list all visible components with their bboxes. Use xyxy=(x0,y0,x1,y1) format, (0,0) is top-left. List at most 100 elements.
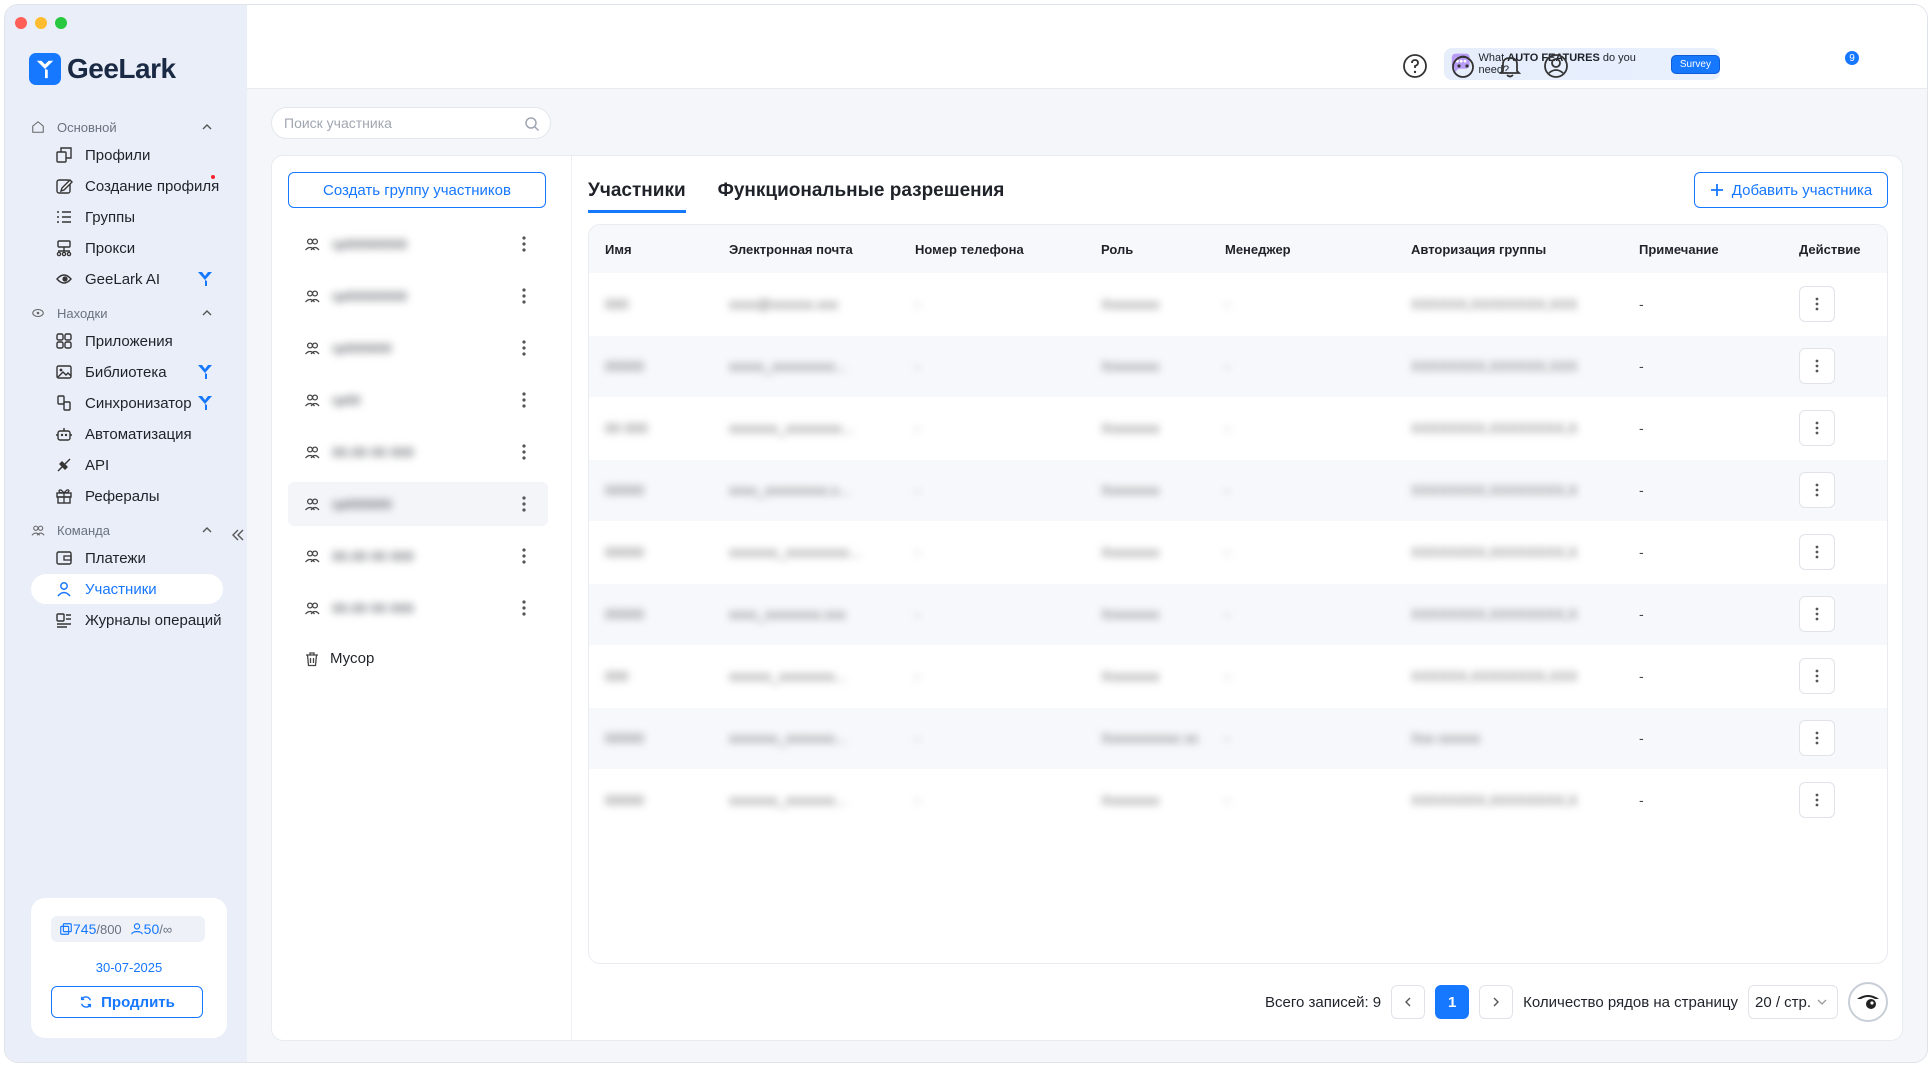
sidebar-item-0-4[interactable]: GeeLark AI xyxy=(31,264,223,294)
more-options-icon[interactable] xyxy=(522,443,526,461)
new-dot xyxy=(211,175,215,179)
group-name: гр00000000 xyxy=(332,236,408,252)
page-size-select[interactable]: 20 / стр. xyxy=(1748,985,1838,1019)
sidebar-item-0-1[interactable]: Создание профиля xyxy=(31,171,223,201)
column-header: Роль xyxy=(1085,225,1209,273)
row-actions-button[interactable] xyxy=(1799,285,1835,322)
chevron-up-icon[interactable] xyxy=(201,121,213,133)
table-row: 00000 xxxx_xxxxxxxxx.x... - Xxxxxxxx - XXXXXX… xyxy=(589,459,1887,522)
group-item[interactable]: гр00000000 xyxy=(288,274,548,318)
cell-value: Xxxxxxxx xyxy=(1101,606,1160,622)
more-options-icon[interactable] xyxy=(522,287,526,305)
nav-section-1[interactable]: Находки xyxy=(5,301,247,325)
group-item[interactable]: 00.00 00 000 xyxy=(288,586,548,630)
row-actions-button[interactable] xyxy=(1799,534,1835,570)
action-cell xyxy=(1783,335,1887,398)
page-button-current[interactable]: 1 xyxy=(1435,985,1470,1019)
sidebar-item-2-1[interactable]: Участники xyxy=(31,574,223,604)
sidebar-item-0-0[interactable]: Профили xyxy=(31,140,223,170)
group-item[interactable]: 00.00 00 000 xyxy=(288,430,548,474)
renew-button[interactable]: Продлить xyxy=(51,986,203,1018)
nav-section-0[interactable]: Основной xyxy=(5,115,247,139)
table-cell: - xyxy=(1209,769,1395,832)
table-cell: xxxx@xxxxxx.xxx xyxy=(713,273,899,336)
row-actions-button[interactable] xyxy=(1799,658,1835,694)
survey-button[interactable]: Survey xyxy=(1670,54,1720,74)
assistant-bot-icon[interactable] xyxy=(1450,53,1476,79)
group-item[interactable]: 00.00 00 000 xyxy=(288,534,548,578)
member-search[interactable] xyxy=(271,107,551,139)
sidebar-item-0-2[interactable]: Группы xyxy=(31,202,223,232)
search-icon[interactable] xyxy=(524,116,540,132)
tab-members[interactable]: Участники xyxy=(588,180,686,213)
cell-value: - xyxy=(1639,295,1644,312)
sidebar-item-1-4[interactable]: API xyxy=(31,450,223,480)
collapse-sidebar-icon[interactable] xyxy=(230,527,246,543)
table-cell: xxxxxxx_xxxxxxx... xyxy=(713,707,899,770)
tab-permissions[interactable]: Функциональные разрешения xyxy=(718,180,1005,213)
sidebar-item-1-3[interactable]: Автоматизация xyxy=(31,419,223,449)
more-options-icon[interactable] xyxy=(522,547,526,565)
close-window-button[interactable] xyxy=(15,17,27,29)
trash-item[interactable]: Мусор xyxy=(304,650,374,667)
column-header: Электронная почта xyxy=(713,225,899,273)
row-actions-button[interactable] xyxy=(1799,720,1835,756)
row-actions-button[interactable] xyxy=(1799,410,1835,446)
more-options-icon xyxy=(1815,545,1819,559)
sidebar-item-0-3[interactable]: Прокси xyxy=(31,233,223,263)
row-actions-button[interactable] xyxy=(1799,782,1835,818)
table-cell: - xyxy=(899,273,1085,336)
row-actions-button[interactable] xyxy=(1799,348,1835,384)
sidebar-item-2-0[interactable]: Платежи xyxy=(31,543,223,573)
account-icon[interactable] xyxy=(1543,53,1569,79)
api-icon xyxy=(57,458,71,472)
survey-banner[interactable]: What AUTO FEATURES do you need? Survey xyxy=(1444,48,1720,80)
group-item[interactable]: гр000000 xyxy=(288,326,548,370)
sidebar: GeeLark Основной Профили Создание профиля Г… xyxy=(5,5,247,1062)
add-member-button[interactable]: Добавить участника xyxy=(1694,172,1888,208)
group-name: 00.00 00 000 xyxy=(332,600,414,616)
next-page-button[interactable] xyxy=(1479,985,1514,1019)
quota-card: 745/800 50/∞ 30-07-2025 Продлить xyxy=(31,898,227,1038)
create-member-group-button[interactable]: Создать группу участников xyxy=(288,172,546,208)
table-cell: XXXXXX,XXXXXXXX,XXX xyxy=(1395,645,1623,708)
logo[interactable]: GeeLark xyxy=(29,53,176,85)
sidebar-item-1-5[interactable]: Рефералы xyxy=(31,481,223,511)
sidebar-item-1-0[interactable]: Приложения xyxy=(31,326,223,356)
table-cell: - xyxy=(1209,273,1395,336)
cell-value: xxxx_xxxxxxxxx.x... xyxy=(729,482,851,498)
robot-icon xyxy=(56,428,72,441)
cell-value: 00000 xyxy=(605,358,644,374)
row-actions-button[interactable] xyxy=(1799,596,1835,632)
more-options-icon xyxy=(1815,793,1819,807)
sidebar-item-label: API xyxy=(85,456,110,474)
member-search-input[interactable] xyxy=(284,115,514,131)
pagination: Всего записей: 9 1 Количество рядов на с… xyxy=(1265,982,1888,1022)
sidebar-item-1-1[interactable]: Библиотека xyxy=(31,357,223,387)
sidebar-item-2-2[interactable]: Журналы операций xyxy=(31,605,223,635)
more-options-icon[interactable] xyxy=(522,339,526,357)
more-options-icon[interactable] xyxy=(522,391,526,409)
group-item[interactable]: гр00 xyxy=(288,378,548,422)
nav-section-2[interactable]: Команда xyxy=(5,518,247,542)
table-cell: - xyxy=(1209,459,1395,522)
action-cell xyxy=(1783,769,1887,832)
sidebar-item-1-2[interactable]: Синхронизатор xyxy=(31,388,223,418)
row-actions-button[interactable] xyxy=(1799,472,1835,508)
group-item[interactable]: гр000000 xyxy=(288,482,548,526)
bell-icon[interactable] xyxy=(1497,53,1523,79)
minimize-window-button[interactable] xyxy=(35,17,47,29)
chevron-up-icon[interactable] xyxy=(201,307,213,319)
chevron-up-icon[interactable] xyxy=(201,524,213,536)
more-options-icon[interactable] xyxy=(522,495,526,513)
help-icon[interactable] xyxy=(1402,53,1428,79)
floating-assistant-button[interactable] xyxy=(1848,982,1888,1022)
group-icon xyxy=(305,342,320,355)
sidebar-item-label: Платежи xyxy=(85,549,146,567)
group-item[interactable]: гр00000000 xyxy=(288,222,548,266)
more-options-icon[interactable] xyxy=(522,235,526,253)
prev-page-button[interactable] xyxy=(1391,985,1426,1019)
more-options-icon[interactable] xyxy=(522,599,526,617)
table-cell: Xxxxxxxx xyxy=(1085,769,1209,832)
maximize-window-button[interactable] xyxy=(55,17,67,29)
